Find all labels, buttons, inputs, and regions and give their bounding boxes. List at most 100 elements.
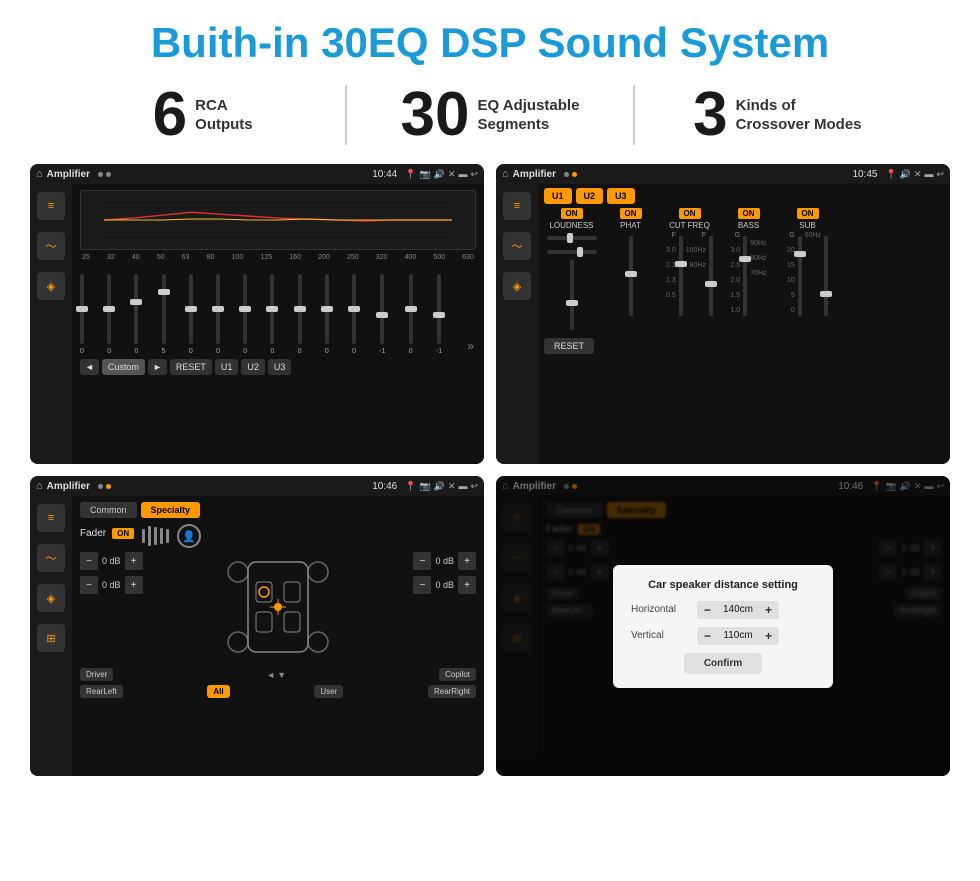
camera-icon-3: 📷	[419, 481, 430, 492]
sub-slider-g[interactable]	[798, 236, 802, 316]
right-vol-col: − 0 dB + − 0 dB +	[413, 552, 476, 594]
dialog-confirm-button[interactable]: Confirm	[684, 653, 762, 674]
preset-u3[interactable]: U3	[607, 188, 635, 204]
preset-u2[interactable]: U2	[576, 188, 604, 204]
tab-specialty[interactable]: Specialty	[141, 502, 201, 518]
status-icons-2: 📍 🔊 ✕ ▬ ↩	[885, 169, 944, 180]
nav-vol-icon-2[interactable]: ◈	[503, 272, 531, 300]
home-icon-2: ⌂	[502, 168, 509, 180]
nav-wave-icon-3[interactable]: 〜	[37, 544, 65, 572]
volume-icon-1: 🔊	[434, 169, 445, 180]
dialog-horizontal-value: 140cm	[718, 604, 758, 615]
eq-slider-1[interactable]: 0	[107, 274, 111, 355]
eq-u2-btn[interactable]: U2	[241, 359, 265, 375]
sub-slider-hz[interactable]	[824, 236, 828, 316]
status-icons-1: 📍 📷 🔊 ✕ ▬ ↩	[405, 169, 478, 180]
nav-expand-icon-3[interactable]: ⊞	[37, 624, 65, 652]
stats-row: 6 RCAOutputs 30 EQ AdjustableSegments 3 …	[30, 84, 950, 146]
vol-minus-4[interactable]: −	[413, 576, 431, 594]
bass-on[interactable]: ON	[738, 208, 760, 219]
nav-wave-icon[interactable]: 〜	[37, 232, 65, 260]
app-name-2: Amplifier	[513, 169, 556, 180]
eq-custom-btn[interactable]: Custom	[102, 359, 145, 375]
phat-on[interactable]: ON	[620, 208, 642, 219]
fader-line-3	[154, 527, 157, 545]
vol-minus-1[interactable]: −	[80, 552, 98, 570]
vol-plus-4[interactable]: +	[458, 576, 476, 594]
eq-slider-13[interactable]: -1	[436, 274, 442, 355]
eq-slider-6[interactable]: 0	[243, 274, 247, 355]
dialog-vertical-plus[interactable]: +	[762, 629, 775, 643]
btn-driver[interactable]: Driver	[80, 668, 113, 681]
eq-slider-12[interactable]: 0	[409, 274, 413, 355]
dialog-horizontal-minus[interactable]: −	[701, 603, 714, 617]
screen1-content: ≡ 〜 ◈	[30, 184, 484, 464]
preset-u1[interactable]: U1	[544, 188, 572, 204]
home-icon-1: ⌂	[36, 168, 43, 180]
vol-minus-3[interactable]: −	[413, 552, 431, 570]
btn-rearleft[interactable]: RearLeft	[80, 685, 123, 698]
eq-slider-8[interactable]: 0	[298, 274, 302, 355]
eq-reset-btn[interactable]: RESET	[170, 359, 212, 375]
nav-vol-icon[interactable]: ◈	[37, 272, 65, 300]
cutfreq-slider-hz[interactable]	[709, 236, 713, 316]
eq-slider-4[interactable]: 0	[189, 274, 193, 355]
screen1-card: ⌂ Amplifier 10:44 📍 📷 🔊 ✕ ▬ ↩	[30, 164, 484, 464]
btn-rearright[interactable]: RearRight	[428, 685, 476, 698]
nav-eq-icon[interactable]: ≡	[37, 192, 65, 220]
screen4-card: ⌂ Amplifier 10:46 📍 📷 🔊 ✕ ▬ ↩	[496, 476, 950, 776]
eq-next-button[interactable]: ►	[148, 359, 167, 375]
loudness-slider-h2[interactable]	[547, 250, 597, 254]
fader-on-badge[interactable]: ON	[112, 528, 134, 539]
eq-slider-9[interactable]: 0	[325, 274, 329, 355]
dialog-vertical-minus[interactable]: −	[701, 629, 714, 643]
eq-slider-11[interactable]: -1	[379, 274, 385, 355]
eq-u1-btn[interactable]: U1	[215, 359, 239, 375]
back-icon-2: ↩	[936, 169, 944, 180]
loudness-slider-v[interactable]	[570, 260, 574, 330]
vol-minus-2[interactable]: −	[80, 576, 98, 594]
eq-slider-2[interactable]: 0	[134, 274, 138, 355]
eq-slider-0[interactable]: 0	[80, 274, 84, 355]
fader-sliders	[142, 526, 169, 546]
time-3: 10:46	[372, 481, 397, 492]
signal-icon-2: ✕	[914, 169, 922, 180]
back-icon-3: ↩	[470, 481, 478, 492]
loudness-on[interactable]: ON	[561, 208, 583, 219]
tab-common[interactable]: Common	[80, 502, 137, 518]
dot1	[98, 172, 103, 177]
bass-scale-hz: 90Hz 80Hz 70Hz	[750, 232, 766, 316]
page-title: Buith-in 30EQ DSP Sound System	[30, 20, 950, 66]
eq-prev-button[interactable]: ◄	[80, 359, 99, 375]
location-icon-2: 📍	[885, 169, 896, 180]
cutfreq-slider-f[interactable]	[679, 236, 683, 316]
eq-slider-10[interactable]: 0	[352, 274, 356, 355]
nav-vol-icon-3[interactable]: ◈	[37, 584, 65, 612]
eq-more-icon[interactable]: »	[465, 337, 476, 355]
btn-all[interactable]: All	[207, 685, 229, 698]
sub-on[interactable]: ON	[797, 208, 819, 219]
eq-slider-7[interactable]: 0	[270, 274, 274, 355]
nav-eq-icon-2[interactable]: ≡	[503, 192, 531, 220]
dialog-horizontal-plus[interactable]: +	[762, 603, 775, 617]
btn-copilot[interactable]: Copilot	[439, 668, 476, 681]
nav-wave-icon-2[interactable]: 〜	[503, 232, 531, 260]
phat-slider-v[interactable]	[629, 236, 633, 316]
loudness-slider-h1[interactable]	[547, 236, 597, 240]
cutfreq-on[interactable]: ON	[679, 208, 701, 219]
nav-eq-icon-3[interactable]: ≡	[37, 504, 65, 532]
vol-plus-3[interactable]: +	[458, 552, 476, 570]
eq-slider-5[interactable]: 0	[216, 274, 220, 355]
crossover-reset-btn[interactable]: RESET	[544, 338, 594, 354]
eq-slider-3[interactable]: 5	[162, 274, 166, 355]
eq-u3-btn[interactable]: U3	[268, 359, 292, 375]
vol-val-3: 0 dB	[435, 556, 454, 566]
ctrl-phat: ON PHAT	[603, 208, 658, 330]
fader-line-4	[160, 528, 163, 544]
btn-user[interactable]: User	[314, 685, 343, 698]
bass-slider[interactable]	[743, 236, 747, 316]
profile-icon[interactable]: 👤	[177, 524, 201, 548]
vol-plus-2[interactable]: +	[125, 576, 143, 594]
vol-plus-1[interactable]: +	[125, 552, 143, 570]
screenshots-grid: ⌂ Amplifier 10:44 📍 📷 🔊 ✕ ▬ ↩	[30, 164, 950, 776]
